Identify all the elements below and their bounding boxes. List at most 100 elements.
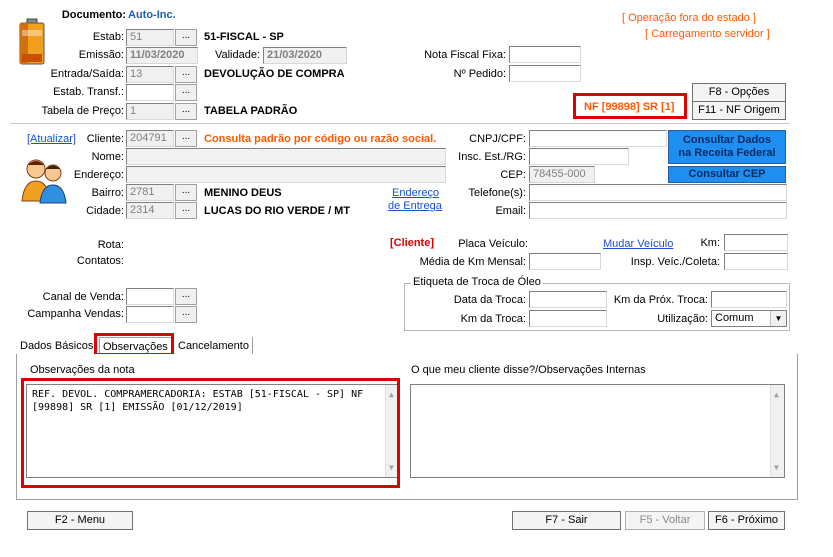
nome-field[interactable] xyxy=(126,148,446,165)
endereco-entrega-link-2[interactable]: de Entrega xyxy=(388,200,442,212)
insp-label: Insp. Veíc./Coleta: xyxy=(630,256,720,268)
bairro-field[interactable]: 2781 xyxy=(126,184,174,201)
cidade-desc: LUCAS DO RIO VERDE / MT xyxy=(204,205,351,217)
documento-value: Auto-Inc. xyxy=(128,9,176,21)
data-troca-field[interactable] xyxy=(529,291,607,308)
utilizacao-label: Utilização: xyxy=(657,313,708,325)
emissao-label: Emissão: xyxy=(78,49,124,61)
km-prox-field[interactable] xyxy=(711,291,787,308)
tabela-preco-field[interactable]: 1 xyxy=(126,103,174,120)
f2-menu-button[interactable]: F2 - Menu xyxy=(27,511,133,530)
nome-label: Nome: xyxy=(91,151,124,163)
utilizacao-value: Comum xyxy=(715,312,754,324)
tabela-preco-desc: TABELA PADRÃO xyxy=(204,105,298,117)
canal-venda-lookup-button[interactable]: ... xyxy=(175,288,197,305)
estab-lookup-button[interactable]: ... xyxy=(175,29,197,46)
nf-ref-text: NF [99898] SR [1] xyxy=(584,101,675,113)
estab-field[interactable]: 51 xyxy=(126,29,174,46)
tab-observacoes-highlight xyxy=(94,333,174,356)
f6-proximo-button[interactable]: F6 - Próximo xyxy=(708,511,785,530)
estab-desc: 51-FISCAL - SP xyxy=(204,31,284,43)
f5-voltar-button[interactable]: F5 - Voltar xyxy=(625,511,705,530)
status-carregamento: [ Carregamento servidor ] xyxy=(645,28,770,40)
campanha-lookup-button[interactable]: ... xyxy=(175,306,197,323)
km-label: Km: xyxy=(700,237,720,249)
tabela-preco-lookup-button[interactable]: ... xyxy=(175,103,197,120)
validade-field[interactable]: 21/03/2020 xyxy=(263,47,347,64)
consultar-cep-button[interactable]: Consultar CEP xyxy=(668,166,786,183)
email-label: Email: xyxy=(495,205,526,217)
obs-nota-label: Observações da nota xyxy=(30,364,135,376)
cidade-lookup-button[interactable]: ... xyxy=(175,202,197,219)
estab-transf-field[interactable] xyxy=(126,84,174,101)
mudar-veiculo-link[interactable]: Mudar Veículo xyxy=(603,238,673,250)
pedido-label: Nº Pedido: xyxy=(453,68,506,80)
rota-label: Rota: xyxy=(97,239,124,251)
obs-internas-label: O que meu cliente disse?/Observações Int… xyxy=(411,364,646,376)
endereco-field[interactable] xyxy=(126,166,446,183)
estab-transf-label: Estab. Transf.: xyxy=(53,86,124,98)
chevron-down-icon: ▼ xyxy=(770,311,786,326)
consulta-hint: Consulta padrão por código ou razão soci… xyxy=(204,133,437,145)
cliente-tag: [Cliente] xyxy=(390,237,434,249)
cliente-field[interactable]: 204791 xyxy=(126,130,174,147)
endereco-label: Endereço: xyxy=(73,169,124,181)
km-prox-label: Km da Próx. Troca: xyxy=(613,294,708,306)
cep-field[interactable]: 78455-000 xyxy=(529,166,595,183)
troca-oleo-title: Etiqueta de Troca de Óleo xyxy=(411,276,543,288)
media-km-label: Média de Km Mensal: xyxy=(419,256,526,268)
entrada-saida-lookup-button[interactable]: ... xyxy=(175,66,197,83)
endereco-entrega-link-1[interactable]: Endereço xyxy=(392,187,439,199)
placa-label: Placa Veículo: xyxy=(458,238,528,250)
bairro-desc: MENINO DEUS xyxy=(204,187,282,199)
scroll-down-icon[interactable]: ▼ xyxy=(774,461,779,474)
cidade-field[interactable]: 2314 xyxy=(126,202,174,219)
obs-nota-highlight xyxy=(21,378,400,488)
estab-label: Estab: xyxy=(92,31,124,43)
telefone-label: Telefone(s): xyxy=(468,187,526,199)
km-field[interactable] xyxy=(724,234,788,251)
canal-venda-label: Canal de Venda: xyxy=(42,291,124,303)
estab-transf-lookup-button[interactable]: ... xyxy=(175,84,197,101)
contatos-label: Contatos: xyxy=(76,255,124,267)
cnpj-label: CNPJ/CPF: xyxy=(469,133,526,145)
consultar-receita-line1: Consultar Dados xyxy=(682,134,771,146)
utilizacao-select[interactable]: Comum ▼ xyxy=(711,310,787,327)
f11-nf-origem-button[interactable]: F11 - NF Origem xyxy=(692,101,786,120)
insc-field[interactable] xyxy=(529,148,629,165)
nf-fixa-field[interactable] xyxy=(509,46,581,63)
tabela-preco-label: Tabela de Preço: xyxy=(41,105,124,117)
divider xyxy=(10,123,790,124)
consultar-receita-button[interactable]: Consultar Dados na Receita Federal xyxy=(668,130,786,164)
media-km-field[interactable] xyxy=(529,253,601,270)
consultar-receita-line2: na Receita Federal xyxy=(678,147,776,159)
documento-label: Documento: xyxy=(61,9,126,21)
bairro-label: Bairro: xyxy=(91,187,124,199)
canal-venda-field[interactable] xyxy=(126,288,174,305)
f7-sair-button[interactable]: F7 - Sair xyxy=(512,511,621,530)
insp-field[interactable] xyxy=(724,253,788,270)
f8-opcoes-button[interactable]: F8 - Opções xyxy=(692,83,786,102)
cliente-lookup-button[interactable]: ... xyxy=(175,130,197,147)
km-troca-label: Km da Troca: xyxy=(460,313,526,325)
scroll-up-icon[interactable]: ▲ xyxy=(774,388,779,401)
km-troca-field[interactable] xyxy=(529,310,607,327)
bairro-lookup-button[interactable]: ... xyxy=(175,184,197,201)
campanha-label: Campanha Vendas: xyxy=(27,308,124,320)
cnpj-field[interactable] xyxy=(529,130,667,147)
obs-internas-textarea[interactable]: ▲ ▼ xyxy=(410,384,785,478)
pedido-field[interactable] xyxy=(509,65,581,82)
telefone-field[interactable] xyxy=(529,184,787,201)
nf-fixa-label: Nota Fiscal Fixa: xyxy=(424,49,506,61)
validade-label: Validade: xyxy=(214,49,260,61)
entrada-saida-field[interactable]: 13 xyxy=(126,66,174,83)
email-field[interactable] xyxy=(529,202,787,219)
emissao-field[interactable]: 11/03/2020 xyxy=(126,47,198,64)
campanha-field[interactable] xyxy=(126,306,174,323)
people-icon xyxy=(20,155,68,205)
cliente-label: Cliente: xyxy=(86,133,124,145)
obs-internas-scrollbar[interactable]: ▲ ▼ xyxy=(770,385,784,477)
status-operacao: [ Operação fora do estado ] xyxy=(622,12,756,24)
insc-label: Insc. Est./RG: xyxy=(458,151,526,163)
atualizar-link[interactable]: [Atualizar] xyxy=(27,133,76,145)
